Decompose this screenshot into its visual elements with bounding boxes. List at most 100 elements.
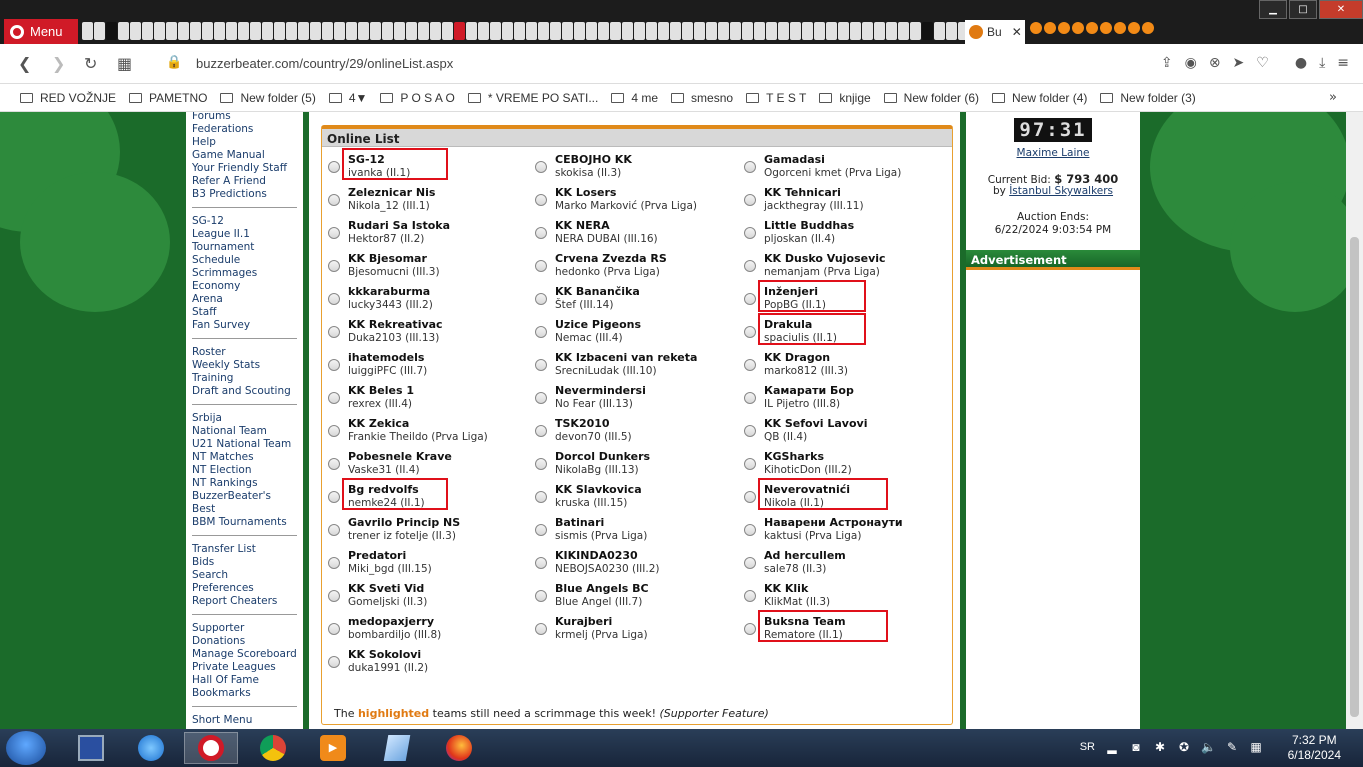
browser-tab[interactable] xyxy=(754,22,765,40)
team-name-link[interactable]: Batinari xyxy=(555,516,604,529)
back-icon[interactable]: ❮ xyxy=(18,54,31,73)
browser-tab[interactable] xyxy=(142,22,153,40)
team-select-radio[interactable] xyxy=(535,194,547,206)
team-select-radio[interactable] xyxy=(328,425,340,437)
auction-player-link[interactable]: Maxime Laine xyxy=(1017,147,1090,159)
browser-tab[interactable] xyxy=(478,22,489,40)
reload-icon[interactable]: ↻ xyxy=(84,54,97,73)
team-name-link[interactable]: KK Dragon xyxy=(764,351,830,364)
team-name-link[interactable]: Gamadasi xyxy=(764,153,825,166)
browser-tab[interactable] xyxy=(850,22,861,40)
taskbar-firefox[interactable] xyxy=(432,732,486,764)
sidebar-link[interactable]: Supporter xyxy=(192,622,297,635)
browser-tab[interactable] xyxy=(1058,22,1070,34)
browser-tab[interactable] xyxy=(562,22,573,40)
team-select-radio[interactable] xyxy=(535,590,547,602)
team-name-link[interactable]: Gavrilo Princip NS xyxy=(348,516,460,529)
taskbar-clock[interactable]: 7:32 PM 6/18/2024 xyxy=(1288,733,1341,763)
sidebar-link[interactable]: Economy xyxy=(192,280,297,293)
taskbar-media-player[interactable]: ▶ xyxy=(306,732,360,764)
browser-tab[interactable] xyxy=(454,22,465,40)
browser-tab[interactable] xyxy=(874,22,885,40)
taskbar-opera[interactable] xyxy=(184,732,238,764)
browser-tab[interactable] xyxy=(334,22,345,40)
browser-tab[interactable] xyxy=(826,22,837,40)
browser-tab[interactable] xyxy=(1114,22,1126,34)
network-signal-icon[interactable]: ▂ xyxy=(1105,740,1119,754)
browser-tab[interactable] xyxy=(202,22,213,40)
team-name-link[interactable]: KK Slavkovica xyxy=(555,483,642,496)
bookmark-folder[interactable]: New folder (6) xyxy=(883,91,979,105)
page-scrollbar[interactable] xyxy=(1346,112,1363,729)
sidebar-link[interactable]: Scrimmages xyxy=(192,267,297,280)
sidebar-link[interactable]: Hall Of Fame xyxy=(192,674,297,687)
team-select-radio[interactable] xyxy=(535,326,547,338)
browser-tab[interactable] xyxy=(682,22,693,40)
browser-tab[interactable] xyxy=(634,22,645,40)
sidebar-link[interactable]: Report Cheaters xyxy=(192,595,297,608)
team-name-link[interactable]: KK Sefovi Lavovi xyxy=(764,417,867,430)
sidebar-link[interactable]: Training xyxy=(192,372,297,385)
team-select-radio[interactable] xyxy=(328,194,340,206)
browser-tab[interactable] xyxy=(238,22,249,40)
browser-tab[interactable] xyxy=(790,22,801,40)
browser-tab[interactable] xyxy=(358,22,369,40)
browser-tab[interactable] xyxy=(154,22,165,40)
volume-icon[interactable]: 🔈 xyxy=(1201,740,1216,754)
team-select-radio[interactable] xyxy=(535,557,547,569)
url-field[interactable]: buzzerbeater.com/country/29/onlineList.a… xyxy=(196,56,453,71)
bookmark-folder[interactable]: knjige xyxy=(819,91,871,105)
browser-tab[interactable] xyxy=(514,22,525,40)
sidebar-link[interactable]: National Team xyxy=(192,425,297,438)
browser-tab[interactable] xyxy=(82,22,93,40)
browser-tab[interactable] xyxy=(910,22,921,40)
browser-tab[interactable] xyxy=(598,22,609,40)
team-select-radio[interactable] xyxy=(744,260,756,272)
sidebar-link[interactable]: Draft and Scouting xyxy=(192,385,297,398)
lock-icon[interactable]: 🔒 xyxy=(166,55,182,70)
share-icon[interactable]: ⇪ xyxy=(1161,55,1173,71)
team-name-link[interactable]: Kurajberi xyxy=(555,615,612,628)
team-name-link[interactable]: KIKINDA0230 xyxy=(555,549,638,562)
team-select-radio[interactable] xyxy=(744,227,756,239)
team-select-radio[interactable] xyxy=(744,623,756,635)
team-select-radio[interactable] xyxy=(535,392,547,404)
browser-tab[interactable] xyxy=(322,22,333,40)
team-name-link[interactable]: medopaxjerry xyxy=(348,615,434,628)
sidebar-link[interactable]: Tournament xyxy=(192,241,297,254)
close-window-button[interactable]: ✕ xyxy=(1319,0,1363,19)
team-name-link[interactable]: Rudari Sa Istoka xyxy=(348,219,450,232)
browser-tab[interactable] xyxy=(730,22,741,40)
team-name-link[interactable]: TSK2010 xyxy=(555,417,610,430)
bookmark-folder[interactable]: RED VOŽNJE xyxy=(20,91,116,105)
team-name-link[interactable]: KK Sveti Vid xyxy=(348,582,424,595)
sidebar-link[interactable]: Search xyxy=(192,569,297,582)
sidebar-link[interactable]: Forums xyxy=(192,112,297,123)
tools-tray-icon[interactable]: ✱ xyxy=(1153,740,1167,754)
team-name-link[interactable]: KK Klik xyxy=(764,582,808,595)
bookmark-folder[interactable]: PAMETNO xyxy=(129,91,207,105)
sidebar-link[interactable]: B3 Predictions xyxy=(192,188,297,201)
active-tab[interactable]: Bu ✕ xyxy=(965,20,1025,44)
team-name-link[interactable]: KK Rekreativac xyxy=(348,318,443,331)
team-select-radio[interactable] xyxy=(328,161,340,173)
sidebar-link[interactable]: Short Menu xyxy=(192,714,297,727)
team-select-radio[interactable] xyxy=(328,260,340,272)
minimize-button[interactable]: ▁ xyxy=(1259,0,1287,19)
team-select-radio[interactable] xyxy=(328,656,340,668)
browser-tab[interactable] xyxy=(658,22,669,40)
sidebar-link[interactable]: Donations xyxy=(192,635,297,648)
team-select-radio[interactable] xyxy=(744,590,756,602)
team-name-link[interactable]: Nevermindersi xyxy=(555,384,646,397)
team-name-link[interactable]: Uzice Pigeons xyxy=(555,318,641,331)
bookmark-folder[interactable]: 4▼ xyxy=(328,91,367,105)
tiles-icon[interactable]: ▦ xyxy=(1249,740,1263,754)
team-select-radio[interactable] xyxy=(744,326,756,338)
team-name-link[interactable]: Crvena Zvezda RS xyxy=(555,252,667,265)
browser-tab[interactable] xyxy=(430,22,441,40)
team-name-link[interactable]: Pobesnele Krave xyxy=(348,450,452,463)
sidebar-link[interactable]: Federations xyxy=(192,123,297,136)
download-icon[interactable]: ⤓ xyxy=(1319,55,1325,71)
browser-tab[interactable] xyxy=(646,22,657,40)
team-select-radio[interactable] xyxy=(535,161,547,173)
